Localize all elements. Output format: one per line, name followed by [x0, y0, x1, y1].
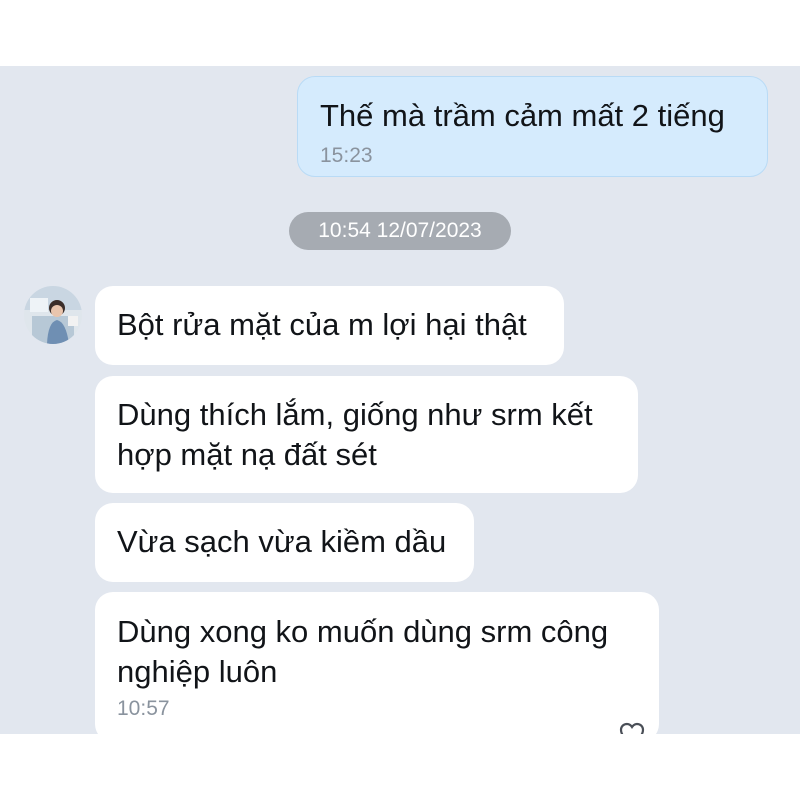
received-message-bubble[interactable]: Dùng thích lắm, giống như srm kết hợp mặ… — [95, 376, 638, 493]
message-text: Thế mà trầm cảm mất 2 tiếng — [320, 98, 725, 133]
message-text: Vừa sạch vừa kiềm dầu — [117, 524, 447, 559]
sent-message-bubble[interactable]: Thế mà trầm cảm mất 2 tiếng 15:23 — [297, 76, 768, 177]
date-separator: 10:54 12/07/2023 — [289, 212, 511, 250]
received-message-bubble[interactable]: Vừa sạch vừa kiềm dầu — [95, 503, 474, 582]
avatar-photo — [24, 286, 82, 344]
received-message-bubble[interactable]: Bột rửa mặt của m lợi hại thật — [95, 286, 564, 365]
received-message-bubble[interactable]: Dùng xong ko muốn dùng srm công nghiệp l… — [95, 592, 659, 734]
avatar[interactable] — [24, 286, 82, 344]
chat-area[interactable]: Thế mà trầm cảm mất 2 tiếng 15:23 10:54 … — [0, 66, 800, 734]
message-text: Dùng xong ko muốn dùng srm công nghiệp l… — [117, 614, 609, 689]
message-timestamp: 15:23 — [320, 144, 373, 167]
message-text: Dùng thích lắm, giống như srm kết hợp mặ… — [117, 397, 593, 472]
message-timestamp: 10:57 — [117, 697, 170, 720]
message-text: Bột rửa mặt của m lợi hại thật — [117, 307, 527, 342]
